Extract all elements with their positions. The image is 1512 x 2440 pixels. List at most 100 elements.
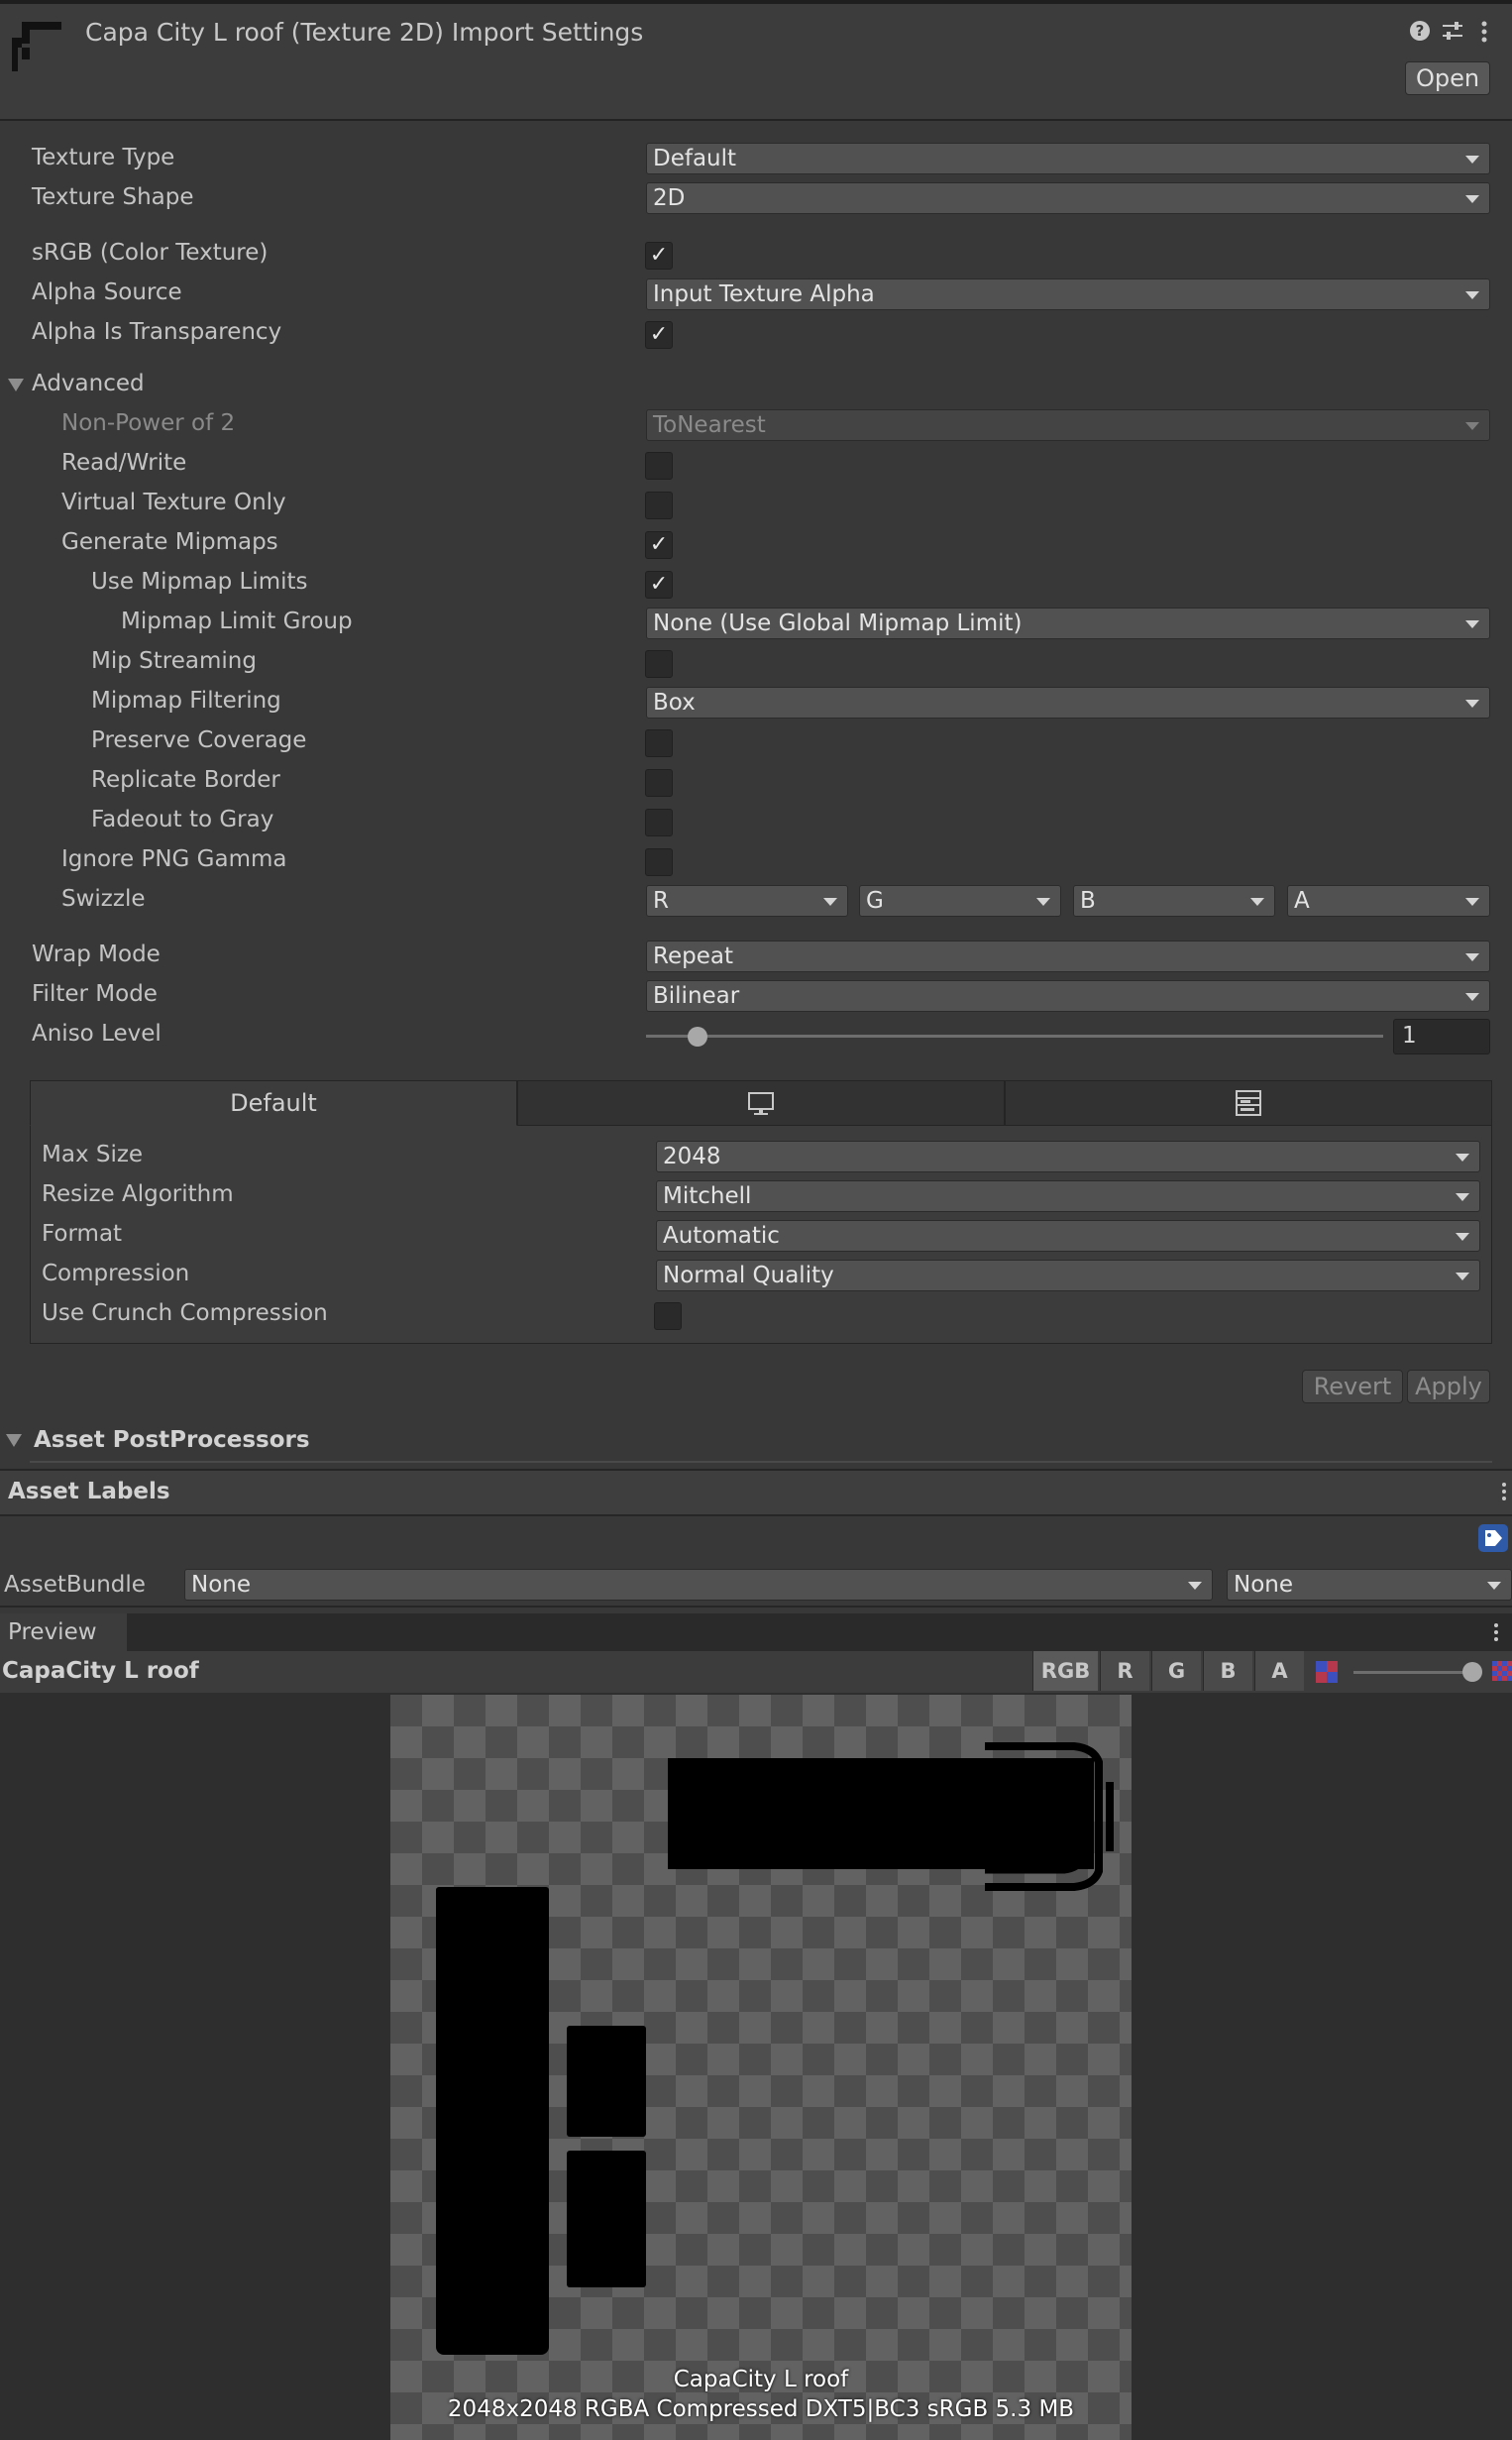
- texture-shape-value: 2D: [653, 185, 686, 211]
- preview-tab-bar: [0, 1613, 1512, 1651]
- preview-caption-info: 2048x2048 RGBA Compressed DXT5|BC3 sRGB …: [447, 2396, 1075, 2422]
- preview-asset-name: CapaCity L roof: [2, 1658, 199, 1684]
- assetbundle-label: AssetBundle: [4, 1572, 146, 1598]
- channel-r-button[interactable]: R: [1100, 1651, 1149, 1691]
- assetbundle-name-dropdown[interactable]: None: [184, 1569, 1213, 1601]
- advanced-foldout-label[interactable]: Advanced: [32, 371, 145, 396]
- chevron-down-icon: [1465, 898, 1479, 906]
- texture-shape-tall-bar: [436, 1887, 549, 2355]
- kebab-menu-icon[interactable]: [1492, 1621, 1500, 1643]
- virtual-texture-only-label: Virtual Texture Only: [61, 490, 286, 515]
- chevron-down-icon: [1465, 993, 1479, 1001]
- asset-labels-header: [0, 1469, 1512, 1516]
- swizzle-r-dropdown[interactable]: R: [646, 885, 848, 917]
- kebab-menu-icon[interactable]: [1478, 20, 1490, 44]
- alpha-source-label: Alpha Source: [32, 279, 182, 305]
- max-size-label: Max Size: [42, 1142, 144, 1167]
- tab-standalone[interactable]: [517, 1080, 1005, 1126]
- non-power-of-2-label: Non-Power of 2: [61, 410, 236, 436]
- texture-type-label: Texture Type: [32, 145, 175, 170]
- chevron-down-icon: [1465, 953, 1479, 961]
- tab-default[interactable]: Default: [30, 1080, 517, 1126]
- chevron-down-icon: [1465, 156, 1479, 164]
- max-size-dropdown[interactable]: 2048: [656, 1141, 1480, 1172]
- srgb-checkbox[interactable]: ✓: [645, 242, 673, 270]
- use-mipmap-limits-checkbox[interactable]: ✓: [645, 571, 673, 599]
- aniso-level-field[interactable]: 1: [1393, 1019, 1490, 1054]
- kebab-menu-icon[interactable]: [1500, 1481, 1508, 1502]
- assetbundle-variant-dropdown[interactable]: None: [1227, 1569, 1512, 1601]
- foldout-expanded-icon[interactable]: [8, 379, 24, 392]
- mip-level-slider-track[interactable]: [1353, 1671, 1472, 1674]
- swizzle-b-value: B: [1080, 888, 1096, 914]
- chevron-down-icon: [1465, 620, 1479, 628]
- inspector-header: Capa City L roof (Texture 2D) Import Set…: [0, 4, 1512, 121]
- swizzle-r-value: R: [653, 888, 669, 914]
- max-size-value: 2048: [663, 1144, 721, 1169]
- swizzle-b-dropdown[interactable]: B: [1073, 885, 1275, 917]
- generate-mipmaps-checkbox[interactable]: ✓: [645, 531, 673, 559]
- channel-rgb-button[interactable]: RGB: [1032, 1651, 1098, 1691]
- channel-b-button[interactable]: B: [1203, 1651, 1252, 1691]
- texture-type-value: Default: [653, 146, 737, 171]
- chevron-down-icon: [1465, 700, 1479, 708]
- swizzle-a-dropdown[interactable]: A: [1287, 885, 1490, 917]
- mipmap-filtering-label: Mipmap Filtering: [91, 688, 281, 714]
- read-write-checkbox[interactable]: [645, 452, 673, 480]
- replicate-border-label: Replicate Border: [91, 767, 280, 793]
- resize-algorithm-dropdown[interactable]: Mitchell: [656, 1180, 1480, 1212]
- mip-level-slider-knob[interactable]: [1462, 1662, 1482, 1682]
- texture-shape-dropdown[interactable]: 2D: [646, 182, 1490, 214]
- svg-text:?: ?: [1416, 22, 1425, 40]
- wrap-mode-dropdown[interactable]: Repeat: [646, 941, 1490, 972]
- fadeout-to-gray-checkbox[interactable]: [645, 809, 673, 836]
- srgb-label: sRGB (Color Texture): [32, 240, 269, 266]
- chevron-down-icon: [1456, 1273, 1469, 1280]
- texture-preview-image: [390, 1695, 1132, 2440]
- ignore-png-gamma-checkbox[interactable]: [645, 848, 673, 876]
- preserve-coverage-checkbox[interactable]: [645, 729, 673, 757]
- postprocessors-list-edge: [30, 1461, 1492, 1463]
- chevron-down-icon: [1465, 291, 1479, 299]
- replicate-border-checkbox[interactable]: [645, 769, 673, 797]
- mipmap-filtering-dropdown[interactable]: Box: [646, 687, 1490, 719]
- virtual-texture-only-checkbox[interactable]: [645, 492, 673, 519]
- compression-value: Normal Quality: [663, 1263, 834, 1288]
- read-write-label: Read/Write: [61, 450, 187, 476]
- format-value: Automatic: [663, 1223, 780, 1249]
- filter-mode-dropdown[interactable]: Bilinear: [646, 980, 1490, 1012]
- chevron-down-icon: [1456, 1154, 1469, 1162]
- chevron-down-icon: [1036, 898, 1050, 906]
- asset-postprocessors-label[interactable]: Asset PostProcessors: [34, 1427, 310, 1453]
- swizzle-g-dropdown[interactable]: G: [859, 885, 1061, 917]
- alpha-is-transparency-checkbox[interactable]: ✓: [645, 321, 673, 349]
- texture-type-dropdown[interactable]: Default: [646, 143, 1490, 174]
- open-button[interactable]: Open: [1405, 61, 1490, 95]
- mip-streaming-checkbox[interactable]: [645, 650, 673, 678]
- mipmap-limit-group-dropdown[interactable]: None (Use Global Mipmap Limit): [646, 608, 1490, 639]
- wrap-mode-value: Repeat: [653, 943, 733, 969]
- channel-a-button[interactable]: A: [1254, 1651, 1304, 1691]
- preset-sliders-icon[interactable]: [1441, 20, 1464, 42]
- use-crunch-checkbox[interactable]: [654, 1302, 682, 1330]
- foldout-expanded-icon[interactable]: [6, 1434, 22, 1448]
- texture-asset-icon: [12, 22, 61, 71]
- aniso-level-slider-track[interactable]: [646, 1035, 1383, 1038]
- revert-button[interactable]: Revert: [1302, 1370, 1403, 1403]
- non-power-of-2-value: ToNearest: [653, 412, 766, 438]
- preview-tab[interactable]: Preview: [0, 1613, 127, 1651]
- fadeout-to-gray-label: Fadeout to Gray: [91, 807, 274, 832]
- alpha-source-dropdown[interactable]: Input Texture Alpha: [646, 278, 1490, 310]
- apply-button[interactable]: Apply: [1407, 1370, 1490, 1403]
- tab-web[interactable]: [1005, 1080, 1492, 1126]
- format-label: Format: [42, 1221, 123, 1247]
- channel-g-button[interactable]: G: [1151, 1651, 1201, 1691]
- chevron-down-icon: [1465, 422, 1479, 430]
- asset-labels-title: Asset Labels: [8, 1479, 170, 1504]
- format-dropdown[interactable]: Automatic: [656, 1220, 1480, 1252]
- help-icon[interactable]: ?: [1409, 20, 1431, 42]
- aniso-level-label: Aniso Level: [32, 1021, 162, 1047]
- aniso-level-slider-knob[interactable]: [688, 1027, 708, 1047]
- compression-dropdown[interactable]: Normal Quality: [656, 1260, 1480, 1291]
- web-platform-icon: [1236, 1090, 1261, 1116]
